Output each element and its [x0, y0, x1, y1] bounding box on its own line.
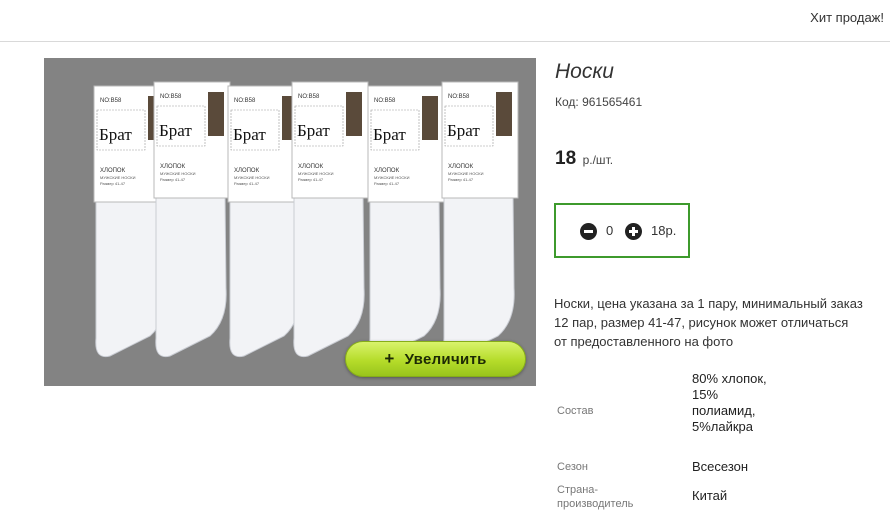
price-unit: р./шт. — [582, 153, 614, 167]
property-value: 80% хлопок, 15% полиамид, 5%лайкра — [692, 371, 767, 434]
label-kind: МУЖСКИЕ НОСКИ — [374, 175, 410, 180]
label-figure — [346, 92, 362, 136]
label-kind: МУЖСКИЕ НОСКИ — [100, 175, 136, 180]
label-figure — [422, 96, 438, 140]
top-bar: Хит продаж! — [0, 0, 890, 42]
zoom-button-label: Увеличить — [404, 350, 487, 368]
label-material: ХЛОПОК — [100, 168, 126, 174]
zoom-button[interactable]: + Увеличить — [345, 341, 526, 377]
product-title: Носки — [555, 60, 614, 83]
property-key: Страна-производитель — [557, 484, 634, 510]
label-material: ХЛОПОК — [234, 168, 260, 174]
label-figure — [208, 92, 224, 136]
property-key: Сезон — [557, 461, 588, 473]
product-price: 18 р./шт. — [555, 148, 613, 170]
label-kind: МУЖСКИЕ НОСКИ — [448, 171, 484, 176]
minus-circle-icon[interactable] — [580, 223, 597, 240]
property-value: Всесезон — [692, 459, 749, 474]
product-description: Носки, цена указана за 1 пару, минимальн… — [554, 296, 863, 349]
zoom-plus-icon: + — [384, 349, 395, 368]
sock-pack: NO:B58 Брат ХЛОПОКМУЖСКИЕ НОСКИРазмер 41-4… — [153, 81, 231, 358]
label-brand: Брат — [297, 121, 330, 140]
bestseller-link[interactable]: Хит продаж! — [810, 10, 884, 25]
label-size: Размер 41-47 — [448, 177, 474, 182]
label-kind: МУЖСКИЕ НОСКИ — [234, 175, 270, 180]
sock-pack: NO:B58 Брат ХЛОПОКМУЖСКИЕ НОСКИРазмер 41-4… — [441, 81, 519, 358]
label-kind: МУЖСКИЕ НОСКИ — [298, 171, 334, 176]
label-material: ХЛОПОК — [298, 164, 324, 170]
plus-circle-icon[interactable] — [625, 223, 642, 240]
label-brand: Брат — [447, 121, 480, 140]
socks-illustration: NO:B58БратХЛОПОКМУЖСКИЕ НОСКИРазмер 41-4… — [93, 81, 519, 358]
label-no: NO:B58 — [160, 94, 182, 100]
label-material: ХЛОПОК — [448, 164, 474, 170]
label-no: NO:B58 — [448, 94, 470, 100]
label-size: Размер 41-47 — [234, 181, 260, 186]
product-photo[interactable]: NO:B58 Брат ХЛОПОК МУЖСКИЕ НОСКИ Размер 41-4… — [44, 58, 536, 386]
sock-pack: NO:B58 Брат ХЛОПОКМУЖСКИЕ НОСКИРазмер 41-4… — [291, 81, 369, 358]
property-value: Китай — [692, 488, 728, 503]
quantity-value[interactable]: 0 — [606, 223, 613, 238]
label-kind: МУЖСКИЕ НОСКИ — [160, 171, 196, 176]
label-brand: Брат — [233, 125, 266, 144]
price-value: 18 — [555, 148, 577, 169]
sock-pack: NO:B58 Брат ХЛОПОКМУЖСКИЕ НОСКИРазмер 41-4… — [367, 85, 445, 358]
label-material: ХЛОПОК — [374, 168, 400, 174]
label-no: NO:B58 — [100, 98, 122, 104]
property-key: Состав — [557, 405, 594, 417]
quantity-selector: 0 18р. — [554, 203, 690, 258]
label-size: Размер 41-47 — [298, 177, 324, 182]
quantity-sum: 18р. — [651, 223, 677, 238]
label-no: NO:B58 — [374, 98, 396, 104]
label-brand: Брат — [373, 125, 406, 144]
label-no: NO:B58 — [234, 98, 256, 104]
label-size: Размер 41-47 — [374, 181, 400, 186]
label-size: Размер 41-47 — [160, 177, 186, 182]
label-brand: Брат — [99, 125, 132, 144]
label-figure — [496, 92, 512, 136]
label-size: Размер 41-47 — [100, 181, 126, 186]
label-brand: Брат — [159, 121, 192, 140]
product-code: Код: 961565461 — [555, 95, 643, 109]
label-no: NO:B58 — [298, 94, 320, 100]
label-material: ХЛОПОК — [160, 164, 186, 170]
